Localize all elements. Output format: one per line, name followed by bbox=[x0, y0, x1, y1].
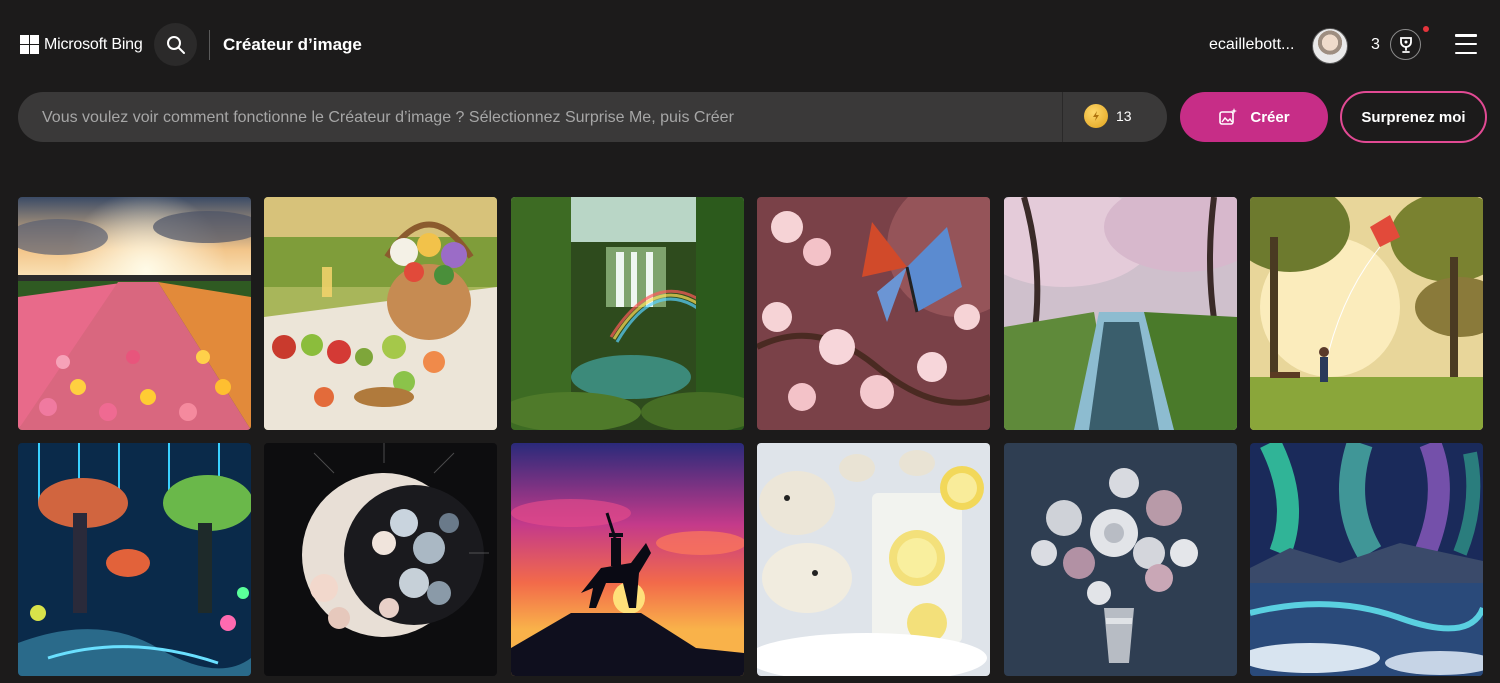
prompt-input[interactable] bbox=[40, 92, 1064, 144]
search-icon bbox=[166, 35, 185, 54]
create-button[interactable]: Créer bbox=[1180, 92, 1328, 142]
prompt-separator bbox=[1062, 92, 1063, 142]
gallery-image-polar-bears[interactable] bbox=[757, 443, 990, 676]
gallery-image-crescent-moon[interactable] bbox=[264, 443, 497, 676]
page-title[interactable]: Créateur d’image bbox=[223, 35, 362, 55]
hamburger-menu-icon[interactable] bbox=[1455, 34, 1477, 54]
search-button[interactable] bbox=[154, 23, 197, 66]
gallery-image-waterfall[interactable] bbox=[511, 197, 744, 430]
create-label: Créer bbox=[1250, 108, 1290, 126]
surprise-me-button[interactable]: Surprenez moi bbox=[1340, 91, 1487, 143]
gallery-image-cherry-river[interactable] bbox=[1004, 197, 1237, 430]
top-header: Microsoft Bing Créateur d’image ecailleb… bbox=[0, 0, 1500, 90]
rewards-count[interactable]: 3 bbox=[1371, 36, 1380, 54]
gallery-image-picnic[interactable] bbox=[264, 197, 497, 430]
notification-dot bbox=[1423, 26, 1429, 32]
gallery-image-park-kite[interactable] bbox=[1250, 197, 1483, 430]
microsoft-logo-icon bbox=[20, 35, 39, 54]
trophy-icon bbox=[1399, 36, 1412, 53]
gallery-image-butterfly[interactable] bbox=[757, 197, 990, 430]
boost-coin-icon bbox=[1084, 104, 1108, 128]
gallery-image-aurora[interactable] bbox=[1250, 443, 1483, 676]
gallery-image-tulip-field[interactable] bbox=[18, 197, 251, 430]
username-label[interactable]: ecaillebott... bbox=[1209, 36, 1294, 54]
prompt-bar: 13 bbox=[18, 92, 1167, 144]
bing-logo[interactable]: Microsoft Bing bbox=[20, 35, 143, 54]
gallery-image-silver-bouquet[interactable] bbox=[1004, 443, 1237, 676]
boost-count: 13 bbox=[1116, 108, 1132, 124]
image-sparkle-icon bbox=[1219, 108, 1238, 125]
brand-name: Microsoft Bing bbox=[44, 35, 143, 53]
gallery-image-cowboy-sunset[interactable] bbox=[511, 443, 744, 676]
header-divider bbox=[209, 30, 210, 60]
avatar[interactable] bbox=[1312, 28, 1348, 64]
rewards-button[interactable] bbox=[1390, 29, 1421, 60]
boost-counter[interactable]: 13 bbox=[1084, 104, 1132, 128]
gallery-image-digital-forest[interactable] bbox=[18, 443, 251, 676]
